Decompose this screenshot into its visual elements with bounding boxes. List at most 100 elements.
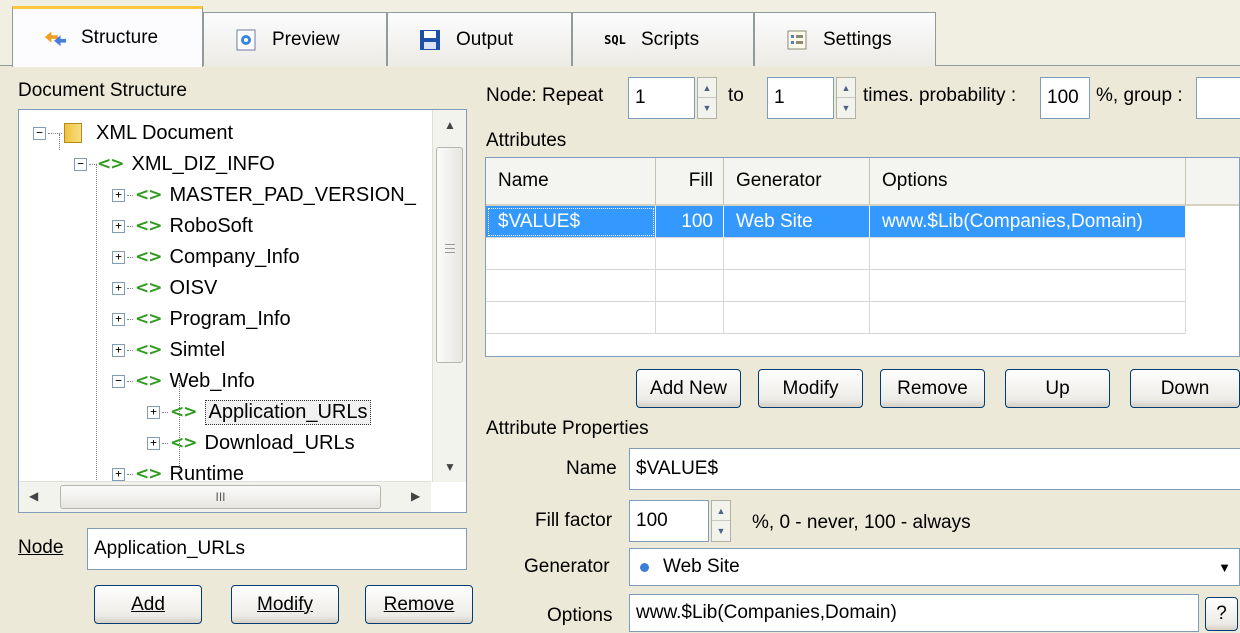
sql-icon: SQL (604, 32, 626, 47)
tree-node-label: XML_DIZ_INFO (131, 152, 275, 175)
add-node-button[interactable]: Add (94, 585, 202, 624)
tree-node-label: MASTER_PAD_VERSION_ (169, 183, 416, 206)
repeat-to-stepper[interactable]: ▲ ▼ (836, 77, 856, 119)
expand-icon[interactable]: + (112, 343, 125, 357)
scroll-left-arrow-icon[interactable]: ◀ (29, 489, 38, 503)
element-tag-icon: <> (170, 433, 197, 453)
tree-horizontal-scrollbar[interactable]: ◀ III ▶ (19, 481, 431, 512)
move-down-button[interactable]: Down (1130, 369, 1240, 408)
element-tag-icon: <> (135, 309, 162, 329)
generator-selected-value: Web Site (663, 556, 740, 577)
attribute-name-field[interactable]: $VALUE$ (629, 448, 1240, 490)
fill-factor-hint: %, 0 - never, 100 - always (752, 512, 971, 533)
chevron-down-icon[interactable]: ▼ (1218, 560, 1231, 575)
tree-node-label: XML Document (96, 121, 234, 144)
collapse-icon[interactable]: − (74, 157, 87, 171)
tree-node-application-urls[interactable]: + <> Application_URLs (147, 397, 372, 427)
element-tag-icon: <> (135, 340, 162, 360)
tree-node-item[interactable]: + <> Program_Info (112, 304, 291, 334)
tree-node-root[interactable]: − XML Document (33, 118, 233, 148)
floppy-disk-icon (418, 28, 442, 52)
tab-settings[interactable]: Settings (754, 12, 936, 66)
tree-node-download-urls[interactable]: + <> Download_URLs (147, 428, 355, 458)
expand-icon[interactable]: + (147, 405, 160, 419)
tree-node-label: Download_URLs (204, 431, 355, 454)
remove-node-button[interactable]: Remove (365, 585, 473, 624)
expand-icon[interactable]: + (112, 281, 125, 295)
options-label: Options (547, 605, 613, 626)
tree-node-item[interactable]: + <> MASTER_PAD_VERSION_ (112, 180, 416, 210)
fill-factor-stepper[interactable]: ▲ ▼ (711, 500, 731, 542)
repeat-from-field[interactable]: 1 (628, 77, 695, 119)
probability-field[interactable]: 100 (1040, 77, 1090, 119)
preview-icon (234, 28, 258, 52)
tree-node-label: Web_Info (169, 369, 255, 392)
cell-generator: Web Site (724, 206, 870, 238)
column-header-options[interactable]: Options (870, 158, 1186, 206)
tree-node-item[interactable]: + <> RoboSoft (112, 211, 253, 241)
tab-output[interactable]: Output (387, 12, 572, 66)
node-label: Node (18, 537, 64, 558)
name-label: Name (566, 458, 617, 479)
modify-node-button[interactable]: Modify (231, 585, 339, 624)
scrollbar-thumb[interactable] (436, 147, 463, 363)
expand-icon[interactable]: + (112, 312, 125, 326)
expand-icon[interactable]: + (112, 188, 125, 202)
column-header-generator[interactable]: Generator (724, 158, 870, 206)
structure-tree[interactable]: − XML Document − <> XML_DIZ_INFO + <> MA… (18, 109, 467, 513)
options-field[interactable]: www.$Lib(Companies,Domain) (629, 594, 1199, 632)
structure-icon (43, 26, 67, 50)
table-row[interactable]: $VALUE$ 100 Web Site www.$Lib(Companies,… (486, 206, 1239, 238)
cell-name: $VALUE$ (486, 206, 656, 238)
table-row-empty (486, 238, 1239, 270)
expand-icon[interactable]: + (147, 436, 160, 450)
repeat-to-field[interactable]: 1 (767, 77, 834, 119)
expand-icon[interactable]: + (112, 467, 125, 481)
generator-label: Generator (524, 556, 610, 577)
node-name-field[interactable]: Application_URLs (87, 528, 467, 570)
expand-icon[interactable]: + (112, 219, 125, 233)
cell-fill: 100 (656, 206, 724, 238)
column-header-fill[interactable]: Fill (656, 158, 724, 206)
tree-node-label: Simtel (169, 338, 226, 361)
tab-structure[interactable]: Structure (12, 6, 203, 67)
collapse-icon[interactable]: − (33, 126, 46, 140)
element-tag-icon: <> (135, 371, 162, 391)
column-header-name[interactable]: Name (486, 158, 656, 206)
tab-preview[interactable]: Preview (203, 12, 387, 66)
scroll-down-arrow-icon[interactable]: ▼ (444, 460, 456, 474)
tree-node-label: OISV (169, 276, 218, 299)
tree-node-item[interactable]: + <> Company_Info (112, 242, 300, 272)
scroll-right-arrow-icon[interactable]: ▶ (411, 489, 420, 503)
element-tag-icon: <> (135, 247, 162, 267)
table-row-empty (486, 270, 1239, 302)
options-help-button[interactable]: ? (1205, 597, 1238, 631)
generator-select[interactable]: Web Site ▼ (629, 548, 1240, 586)
xml-document-icon (64, 123, 82, 143)
tree-node-web-info[interactable]: − <> Web_Info (112, 366, 255, 396)
tab-scripts[interactable]: SQL Scripts (572, 12, 754, 66)
modify-attribute-button[interactable]: Modify (758, 369, 863, 408)
remove-attribute-button[interactable]: Remove (880, 369, 985, 408)
add-new-attribute-button[interactable]: Add New (636, 369, 741, 408)
tab-settings-label: Settings (823, 28, 892, 50)
repeat-from-stepper[interactable]: ▲ ▼ (697, 77, 717, 119)
element-tag-icon: <> (135, 464, 162, 482)
tree-node-runtime[interactable]: + <> Runtime (112, 459, 244, 482)
scroll-up-arrow-icon[interactable]: ▲ (444, 118, 456, 132)
times-probability-label: times. probability : (863, 85, 1017, 106)
expand-icon[interactable]: + (112, 250, 125, 264)
move-up-button[interactable]: Up (1005, 369, 1110, 408)
tree-node-item[interactable]: + <> Simtel (112, 335, 225, 365)
tree-node-xml-diz-info[interactable]: − <> XML_DIZ_INFO (74, 149, 275, 179)
group-field[interactable] (1196, 77, 1240, 119)
tree-node-item[interactable]: + <> OISV (112, 273, 217, 303)
attributes-table[interactable]: Name Fill Generator Options $VALUE$ 100 … (485, 157, 1240, 357)
collapse-icon[interactable]: − (112, 374, 125, 388)
fill-factor-field[interactable]: 100 (629, 500, 709, 542)
tree-vertical-scrollbar[interactable]: ▲ ▼ (432, 110, 466, 482)
globe-icon (640, 562, 649, 572)
attribute-properties-title: Attribute Properties (486, 418, 649, 439)
scrollbar-thumb[interactable]: III (60, 485, 381, 509)
group-label: %, group : (1096, 85, 1183, 106)
